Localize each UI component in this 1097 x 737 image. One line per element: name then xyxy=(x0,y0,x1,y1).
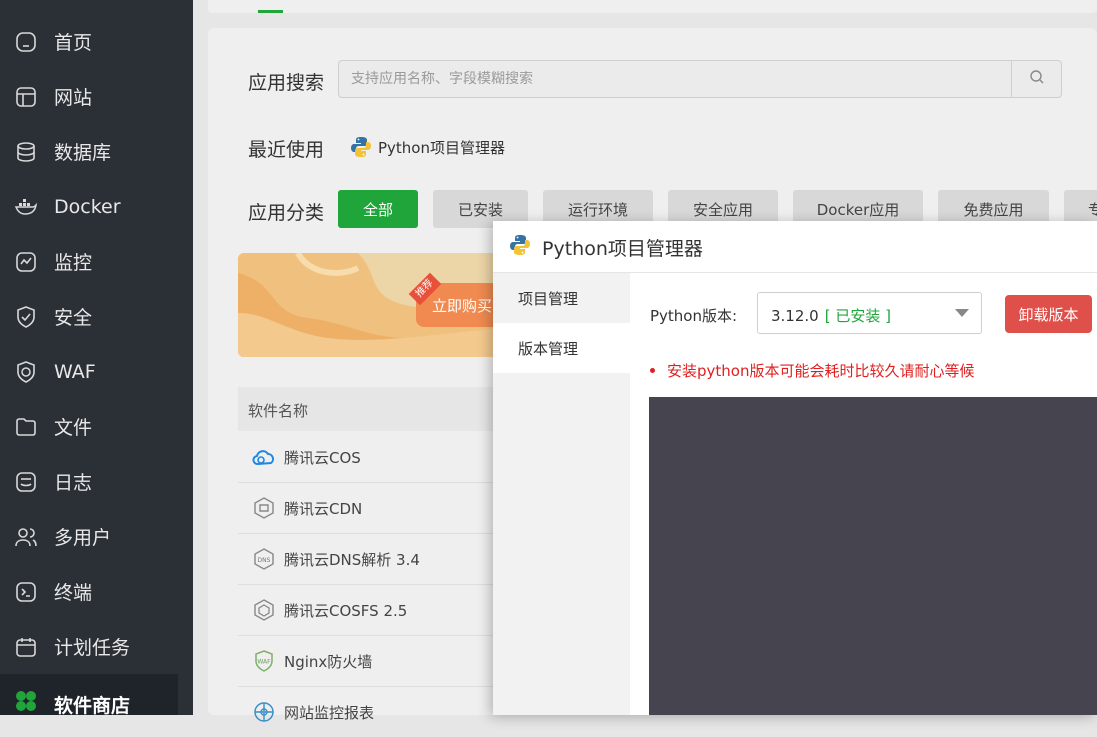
sidebar-item-store[interactable]: 软件商店 xyxy=(0,674,178,717)
version-status: [ 已安装 ] xyxy=(824,307,891,325)
sidebar-item-docker[interactable]: Docker xyxy=(0,179,193,234)
sidebar-item-label: 多用户 xyxy=(54,527,112,549)
search-icon xyxy=(1029,69,1045,89)
chevron-down-icon xyxy=(955,309,969,317)
tab-project-management[interactable]: 项目管理 xyxy=(493,273,630,323)
monitor-icon xyxy=(14,250,38,274)
version-value: 3.12.0 xyxy=(771,307,819,325)
waf-icon xyxy=(14,360,38,384)
active-tab-indicator xyxy=(258,10,283,13)
sidebar-item-waf[interactable]: WAF xyxy=(0,344,193,399)
table-row[interactable]: 腾讯云CDN xyxy=(238,483,497,534)
cosfs-icon xyxy=(252,598,276,622)
sidebar-item-label: 计划任务 xyxy=(54,637,131,659)
dialog-title-bar[interactable]: Python项目管理器 xyxy=(493,221,1097,273)
search-label: 应用搜索 xyxy=(248,72,325,94)
software-name: Nginx防火墙 xyxy=(284,653,373,671)
sidebar-item-logs[interactable]: 日志 xyxy=(0,454,193,509)
install-warning: 安装python版本可能会耗时比较久请耐心等候 xyxy=(650,360,974,381)
search-box xyxy=(338,60,1062,98)
svg-text:DNS: DNS xyxy=(258,557,271,564)
python-icon xyxy=(509,234,531,256)
recent-item-python[interactable]: Python项目管理器 xyxy=(350,135,505,159)
tab-label: 项目管理 xyxy=(518,290,579,308)
column-software-name: 软件名称 xyxy=(248,402,309,420)
sidebar-item-files[interactable]: 文件 xyxy=(0,399,193,454)
sidebar-item-label: 终端 xyxy=(54,582,93,604)
software-name: 腾讯云DNS解析 3.4 xyxy=(284,551,420,569)
home-icon xyxy=(14,30,38,54)
store-icon xyxy=(14,689,38,713)
sidebar-item-label: 日志 xyxy=(54,472,93,494)
sidebar-item-label: 监控 xyxy=(54,252,93,274)
warning-text: 安装python版本可能会耗时比较久请耐心等候 xyxy=(667,362,975,380)
sidebar-item-label: 文件 xyxy=(54,417,93,439)
terminal-icon xyxy=(14,580,38,604)
sidebar: 首页 网站 数据库 Docker 监控 安全 WAF 文件 日志 多用户 终端 … xyxy=(0,0,193,717)
sidebar-item-terminal[interactable]: 终端 xyxy=(0,564,193,619)
sidebar-item-label: 数据库 xyxy=(54,142,112,164)
docker-icon xyxy=(14,195,38,219)
sidebar-item-cron[interactable]: 计划任务 xyxy=(0,619,193,674)
python-version-select[interactable]: 3.12.0 [ 已安装 ] xyxy=(757,292,982,334)
category-all-button[interactable]: 全部 xyxy=(338,190,418,228)
top-tab-strip xyxy=(208,0,1097,13)
sidebar-item-monitor[interactable]: 监控 xyxy=(0,234,193,289)
software-name: 腾讯云COS xyxy=(284,449,361,467)
website-icon xyxy=(14,85,38,109)
recent-item-label: Python项目管理器 xyxy=(378,138,505,157)
sidebar-item-home[interactable]: 首页 xyxy=(0,14,193,69)
table-header: 软件名称 xyxy=(238,387,497,431)
software-name: 网站监控报表 xyxy=(284,704,375,722)
sidebar-item-database[interactable]: 数据库 xyxy=(0,124,193,179)
promo-banner[interactable]: 立即购买 推荐 xyxy=(238,253,500,357)
tab-label: 版本管理 xyxy=(518,340,579,358)
category-label: 应用分类 xyxy=(248,202,325,224)
users-icon xyxy=(14,525,38,549)
search-input[interactable] xyxy=(339,61,1012,97)
shield-icon xyxy=(14,305,38,329)
sidebar-item-label: WAF xyxy=(54,360,96,383)
banner-buy-button[interactable]: 立即购买 xyxy=(432,295,492,316)
recent-label: 最近使用 xyxy=(248,139,325,161)
calendar-icon xyxy=(14,635,38,659)
sidebar-item-label: 软件商店 xyxy=(54,695,131,717)
tab-version-management[interactable]: 版本管理 xyxy=(493,323,630,373)
svg-text:WAF: WAF xyxy=(257,659,271,666)
waf-badge-icon: WAF xyxy=(252,649,276,673)
folder-icon xyxy=(14,415,38,439)
sidebar-item-label: 首页 xyxy=(54,32,93,54)
database-icon xyxy=(14,140,38,164)
dialog-side-nav: 项目管理 版本管理 xyxy=(493,273,630,715)
install-log-console[interactable] xyxy=(649,397,1097,715)
log-icon xyxy=(14,470,38,494)
sidebar-item-website[interactable]: 网站 xyxy=(0,69,193,124)
uninstall-version-button[interactable]: 卸载版本 xyxy=(1005,295,1092,333)
sidebar-item-users[interactable]: 多用户 xyxy=(0,509,193,564)
table-row[interactable]: 腾讯云COSFS 2.5 xyxy=(238,585,497,636)
cdn-icon xyxy=(252,496,276,520)
table-row[interactable]: DNS 腾讯云DNS解析 3.4 xyxy=(238,534,497,585)
table-row[interactable]: WAF Nginx防火墙 xyxy=(238,636,497,687)
sidebar-item-security[interactable]: 安全 xyxy=(0,289,193,344)
sidebar-item-label: 网站 xyxy=(54,87,93,109)
globe-icon xyxy=(252,700,276,724)
python-version-label: Python版本: xyxy=(650,307,738,325)
software-name: 腾讯云COSFS 2.5 xyxy=(284,602,408,620)
table-row[interactable]: 网站监控报表 xyxy=(238,687,497,737)
sidebar-item-label: 安全 xyxy=(54,307,93,329)
python-icon xyxy=(350,136,372,158)
cloud-icon xyxy=(252,445,276,469)
table-row[interactable]: 腾讯云COS xyxy=(238,432,497,483)
search-button[interactable] xyxy=(1011,61,1061,97)
sidebar-item-label: Docker xyxy=(54,195,121,218)
dns-icon: DNS xyxy=(252,547,276,571)
software-name: 腾讯云CDN xyxy=(284,500,363,518)
bullet-icon xyxy=(650,367,655,373)
dialog-title: Python项目管理器 xyxy=(542,238,703,260)
